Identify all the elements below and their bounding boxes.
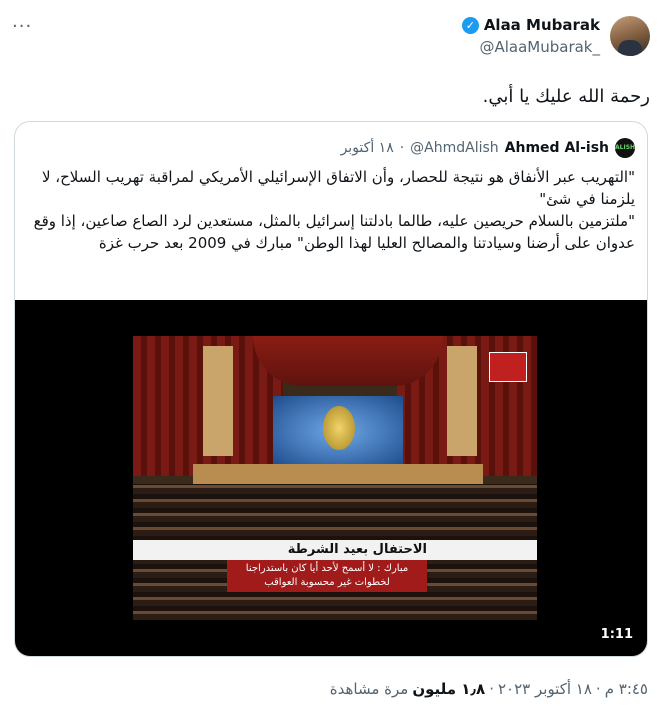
author-display-name[interactable]: Alaa Mubarak — [484, 16, 600, 34]
author-name-row: ✓ Alaa Mubarak — [461, 16, 600, 34]
curtain-top — [253, 336, 443, 386]
quoted-handle: @AhmdAlish — [410, 140, 499, 156]
views-count: ١٫٨ مليون — [412, 680, 486, 698]
tweet-metadata: ٣:٤٥ م · ١٨ أكتوبر ٢٠٢٣ · ١٫٨ مليون مرة … — [330, 680, 648, 698]
video-caption: الاحتفال بعيد الشرطة مبارك : لا أسمح لأح… — [133, 540, 537, 592]
quoted-date[interactable]: ١٨ أكتوبر — [341, 140, 394, 156]
quoted-tweet[interactable]: ١٨ أكتوبر · @AhmdAlish Ahmed Al-ish ALIS… — [14, 121, 648, 657]
stage — [193, 464, 483, 486]
author-handle[interactable]: @AlaaMubarak_ — [462, 38, 600, 56]
author-avatar[interactable] — [610, 16, 650, 56]
caption-title: الاحتفال بعيد الشرطة — [133, 540, 537, 560]
more-horizontal-icon: ··· — [12, 16, 33, 37]
quoted-tweet-header: ١٨ أكتوبر · @AhmdAlish Ahmed Al-ish ALIS… — [341, 138, 635, 158]
pillar — [447, 346, 477, 456]
police-emblem-icon — [323, 406, 355, 450]
quoted-avatar: ALISH — [615, 138, 635, 158]
verified-badge-icon: ✓ — [461, 16, 479, 34]
views-label: مرة مشاهدة — [329, 680, 409, 698]
caption-subtitle: مبارك : لا أسمح لأحد أيا كان باستدراجنا … — [227, 560, 427, 592]
separator-dot: · — [489, 680, 494, 698]
tweet-author[interactable]: ✓ Alaa Mubarak @AlaaMubarak_ — [461, 16, 650, 56]
separator-dot: · — [595, 680, 601, 698]
quoted-display-name: Ahmed Al-ish — [504, 140, 609, 156]
channel-logo-icon — [489, 352, 527, 382]
tweet-text: رحمة الله عليك يا أبي. — [482, 86, 650, 107]
video-duration: 1:11 — [600, 627, 633, 642]
video-player[interactable]: الاحتفال بعيد الشرطة مبارك : لا أسمح لأح… — [15, 300, 647, 656]
separator-dot: · — [399, 140, 405, 156]
tweet-date[interactable]: ١٨ أكتوبر ٢٠٢٣ — [498, 680, 592, 698]
tweet-time[interactable]: ٣:٤٥ م — [605, 680, 648, 698]
author-names: ✓ Alaa Mubarak @AlaaMubarak_ — [461, 16, 600, 56]
pillar — [203, 346, 233, 456]
video-thumbnail: الاحتفال بعيد الشرطة مبارك : لا أسمح لأح… — [133, 336, 537, 620]
more-options-button[interactable]: ··· — [12, 18, 32, 36]
quoted-text: "التهريب عبر الأنفاق هو نتيجة للحصار، وأ… — [33, 168, 635, 252]
